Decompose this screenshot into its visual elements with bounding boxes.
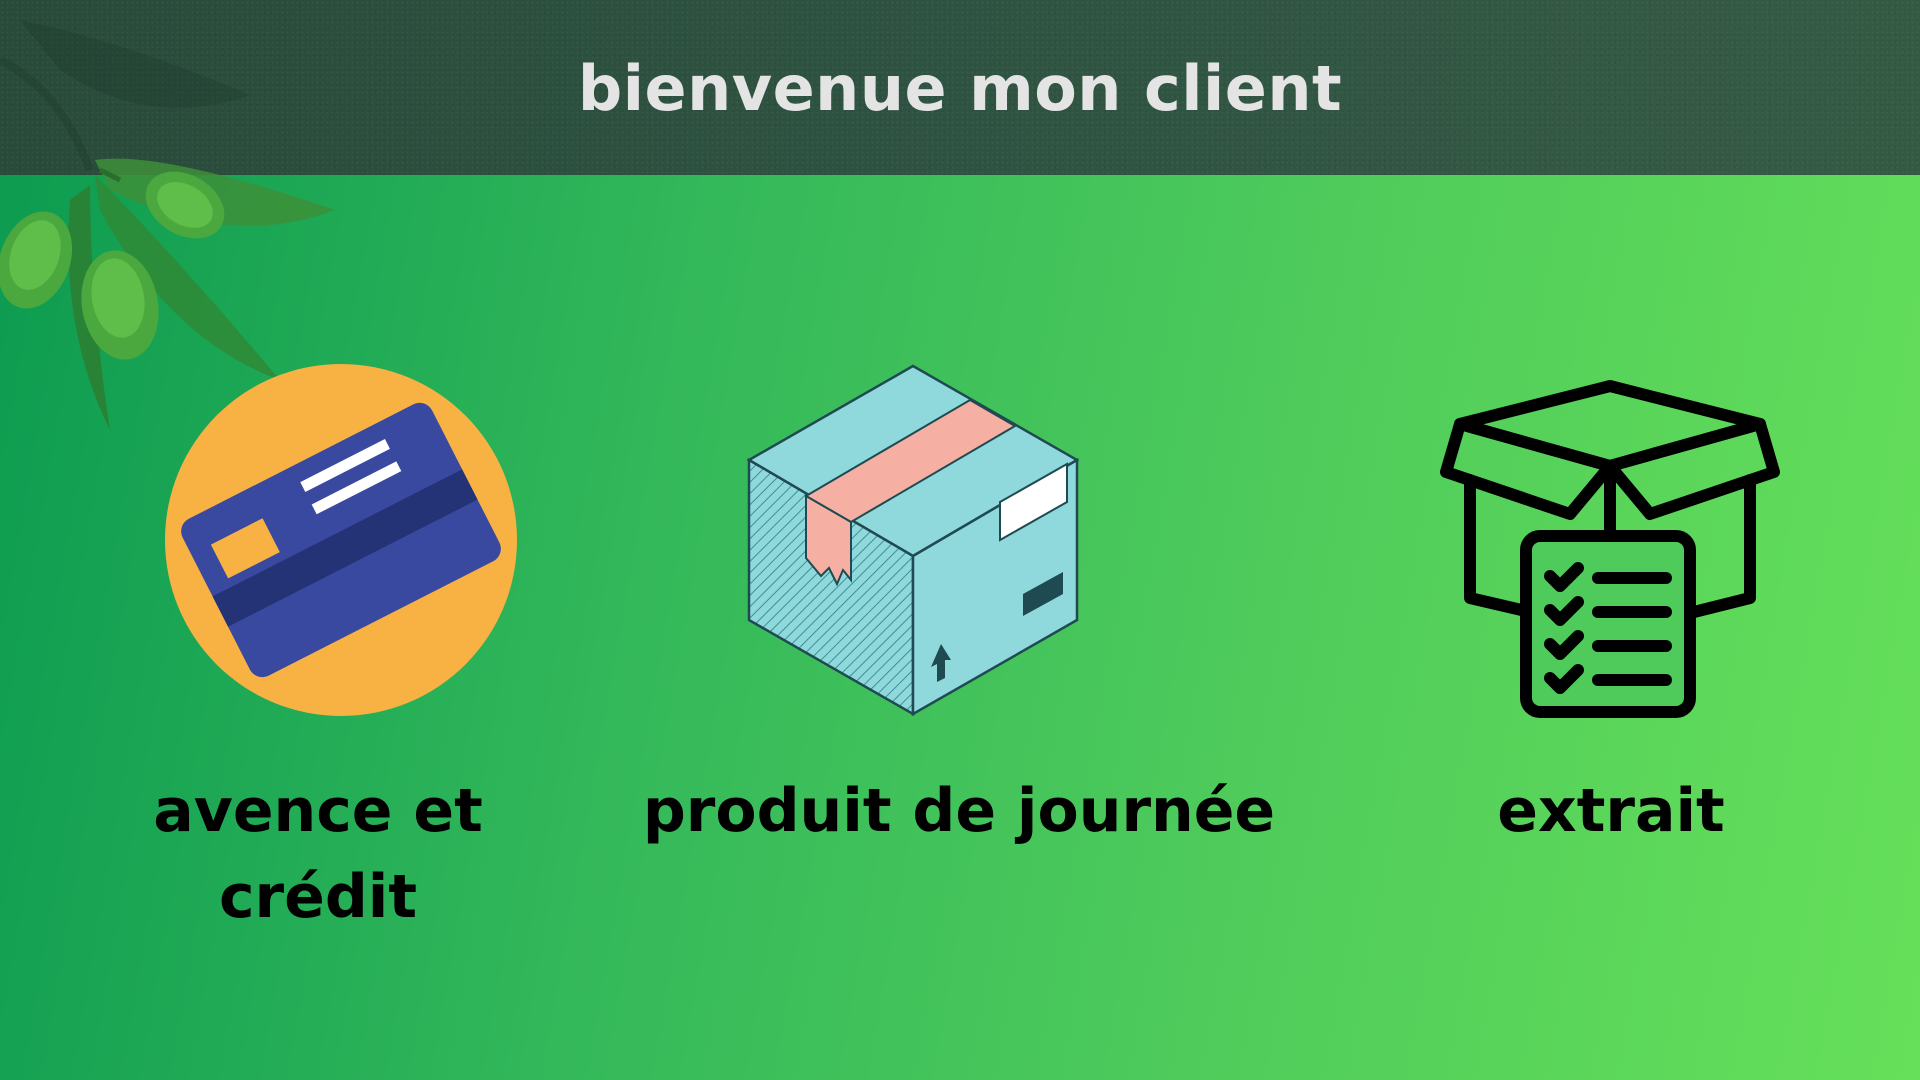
menu-item-label: avence et crédit — [0, 768, 668, 940]
menu-item-label: extrait — [1497, 776, 1725, 846]
credit-card-icon — [165, 364, 517, 716]
menu-item-label: produit de journée — [642, 776, 1276, 846]
box-checklist-icon — [1440, 380, 1780, 718]
label-line-2: crédit — [218, 862, 418, 932]
label-line-1: avence et — [153, 776, 483, 846]
cardboard-box-icon — [746, 364, 1080, 717]
page-title: bienvenue mon client — [577, 52, 1343, 125]
welcome-screen: bienvenue mon client avence et crédit pr… — [0, 0, 1920, 1080]
